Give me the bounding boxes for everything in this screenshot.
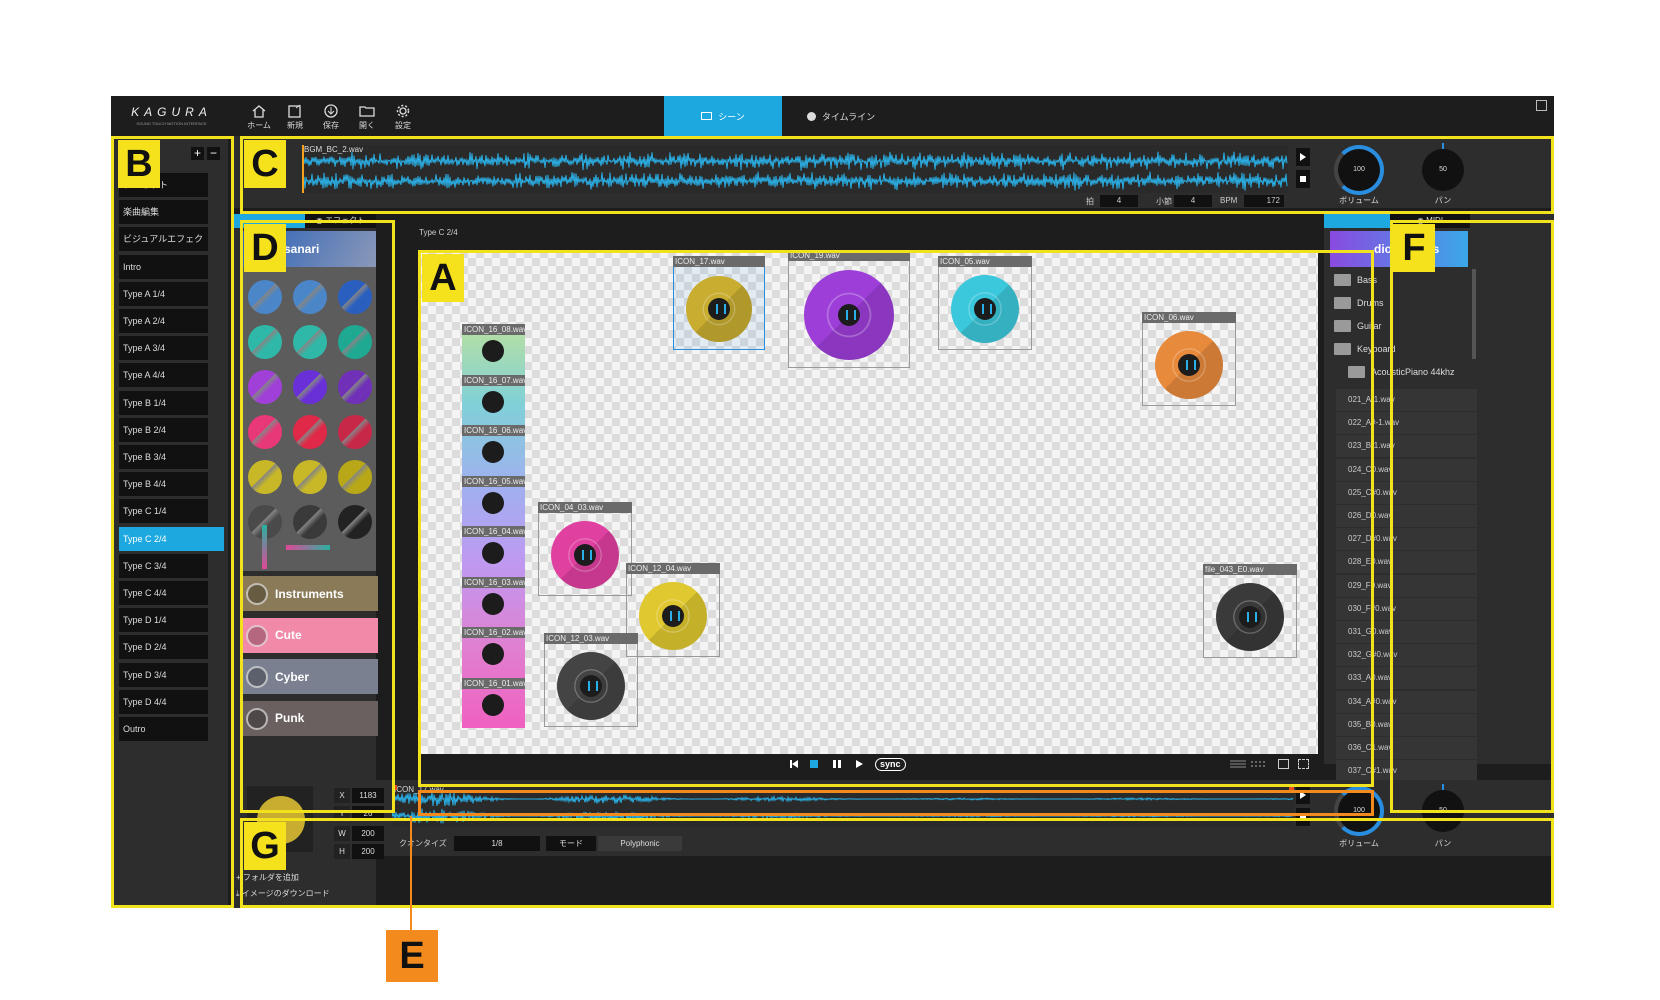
annotation-box-b <box>111 136 234 908</box>
clock-icon <box>806 111 816 121</box>
annotation-box-f <box>1390 220 1554 813</box>
library-tab-sound[interactable] <box>1324 214 1390 228</box>
tab-timeline-label: タイムライン <box>821 111 876 122</box>
annotation-box-g <box>240 818 1554 908</box>
logo-subtitle: SOUND TOUCH MOTION INTERFACE <box>136 121 207 126</box>
badge-g: G <box>244 822 286 870</box>
stage-title: Type C 2/4 <box>419 228 458 237</box>
home-button[interactable]: ホーム <box>241 104 277 131</box>
annotation-box-d <box>240 220 395 813</box>
open-button[interactable]: 開く <box>349 104 385 131</box>
new-label: 新規 <box>287 121 303 130</box>
toolbar: KAGURA SOUND TOUCH MOTION INTERFACE ホーム … <box>111 96 1554 136</box>
badge-f: F <box>1393 224 1435 272</box>
logo-text: KAGURA <box>131 105 212 119</box>
gear-icon <box>396 104 410 118</box>
annotation-leader-e <box>410 816 412 938</box>
open-label: 開く <box>359 121 375 130</box>
annotation-box-a <box>418 250 1374 787</box>
new-button[interactable]: 新規 <box>277 104 313 131</box>
home-icon <box>252 105 266 118</box>
settings-button[interactable]: 設定 <box>385 104 421 131</box>
app-logo: KAGURA SOUND TOUCH MOTION INTERFACE <box>119 105 224 126</box>
badge-a: A <box>422 254 464 302</box>
annotation-box-c <box>240 136 1554 214</box>
badge-e: E <box>386 930 438 982</box>
annotation-box-e <box>418 790 1374 816</box>
tab-scene-label: シーン <box>718 111 745 122</box>
tab-timeline[interactable]: タイムライン <box>782 96 900 136</box>
new-file-icon <box>288 104 301 118</box>
badge-d: D <box>244 224 286 272</box>
folder-icon <box>359 106 375 117</box>
home-label: ホーム <box>247 121 271 130</box>
settings-label: 設定 <box>395 121 411 130</box>
download-icon <box>324 104 338 118</box>
tab-scene[interactable]: シーン <box>664 96 782 136</box>
monitor-icon <box>701 112 713 120</box>
badge-b: B <box>118 140 160 188</box>
save-label: 保存 <box>323 121 339 130</box>
window-restore-icon[interactable] <box>1536 100 1547 111</box>
save-button[interactable]: 保存 <box>313 104 349 131</box>
badge-c: C <box>244 140 286 188</box>
